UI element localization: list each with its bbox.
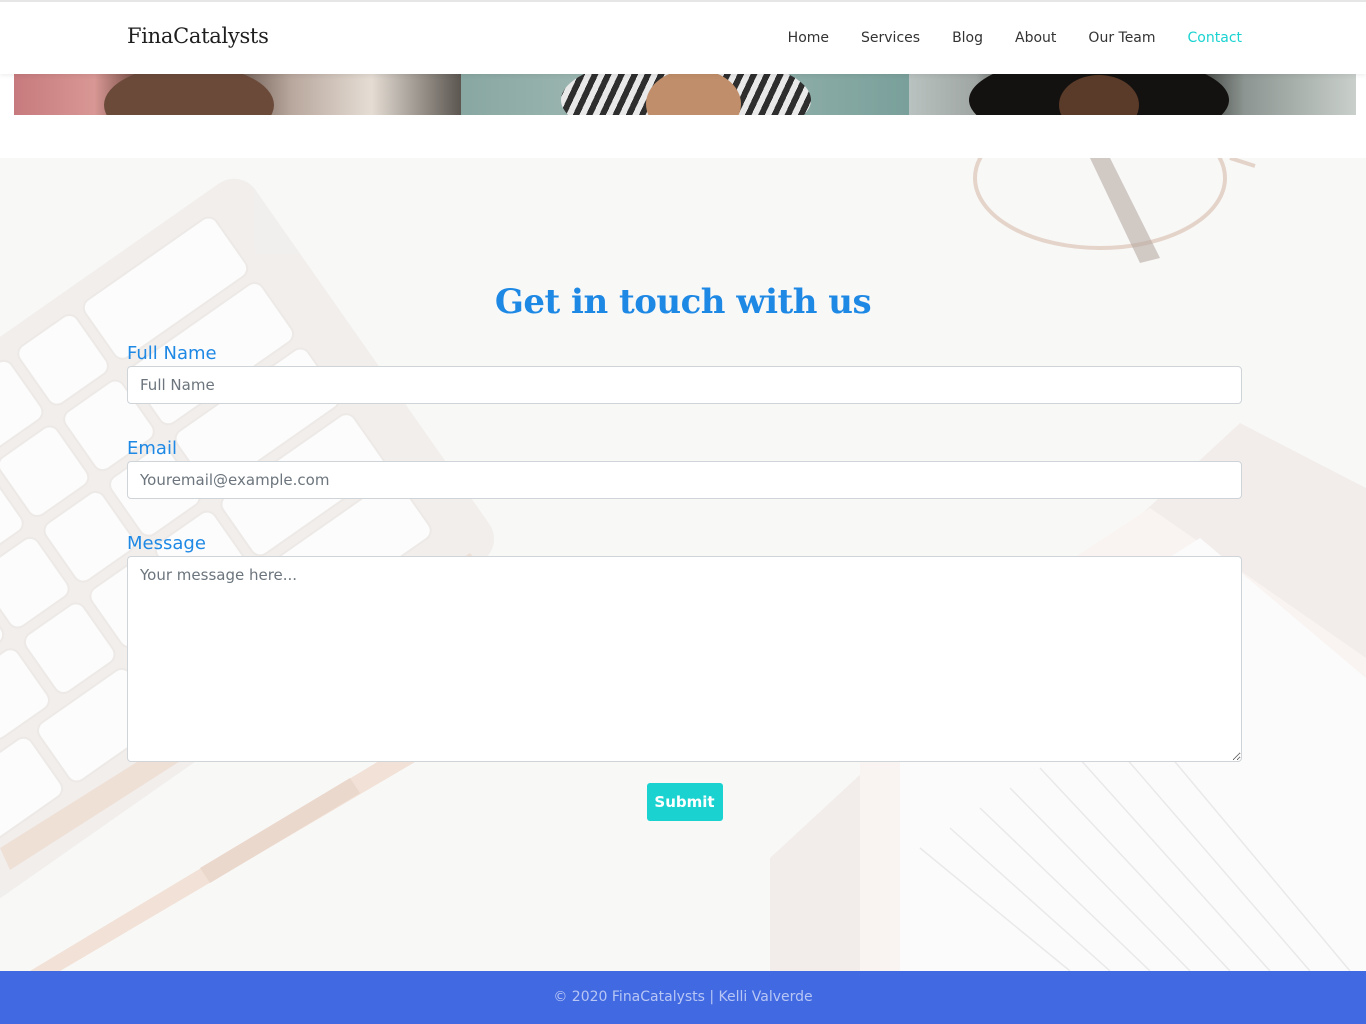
full-name-label: Full Name	[127, 343, 217, 364]
contact-heading: Get in touch with us	[494, 282, 872, 322]
nav-contact[interactable]: Contact	[1188, 30, 1242, 46]
team-photo-3	[908, 74, 1356, 115]
full-name-group: Full Name	[127, 343, 1242, 404]
team-photo-1-figure	[104, 74, 274, 115]
team-photo-1	[14, 74, 462, 115]
contact-section: Get in touch with us Full Name Email Mes…	[0, 158, 1366, 971]
full-name-input[interactable]	[127, 366, 1242, 404]
nav-home[interactable]: Home	[788, 30, 829, 46]
nav-about[interactable]: About	[1015, 30, 1056, 46]
footer-copyright: © 2020 FinaCatalysts | Kelli Valverde	[553, 989, 813, 1005]
footer: © 2020 FinaCatalysts | Kelli Valverde	[0, 971, 1366, 1024]
nav-our-team[interactable]: Our Team	[1088, 30, 1155, 46]
team-photo-2-neck	[646, 74, 742, 115]
nav-blog[interactable]: Blog	[952, 30, 983, 46]
main-nav: Home Services Blog About Our Team Contac…	[756, 30, 1242, 46]
brand-logo[interactable]: FinaCatalysts	[127, 24, 269, 48]
message-label: Message	[127, 533, 206, 554]
contact-form: Full Name Email Message Submit	[127, 343, 1242, 821]
message-textarea[interactable]	[127, 556, 1242, 762]
navbar: FinaCatalysts Home Services Blog About O…	[0, 0, 1366, 74]
email-label: Email	[127, 438, 177, 459]
submit-button[interactable]: Submit	[646, 783, 723, 821]
email-input[interactable]	[127, 461, 1242, 499]
nav-services[interactable]: Services	[861, 30, 920, 46]
email-group: Email	[127, 438, 1242, 499]
message-group: Message	[127, 533, 1242, 766]
submit-wrap: Submit	[127, 783, 1242, 821]
team-photo-strip	[14, 74, 1356, 115]
team-photo-2	[461, 74, 909, 115]
